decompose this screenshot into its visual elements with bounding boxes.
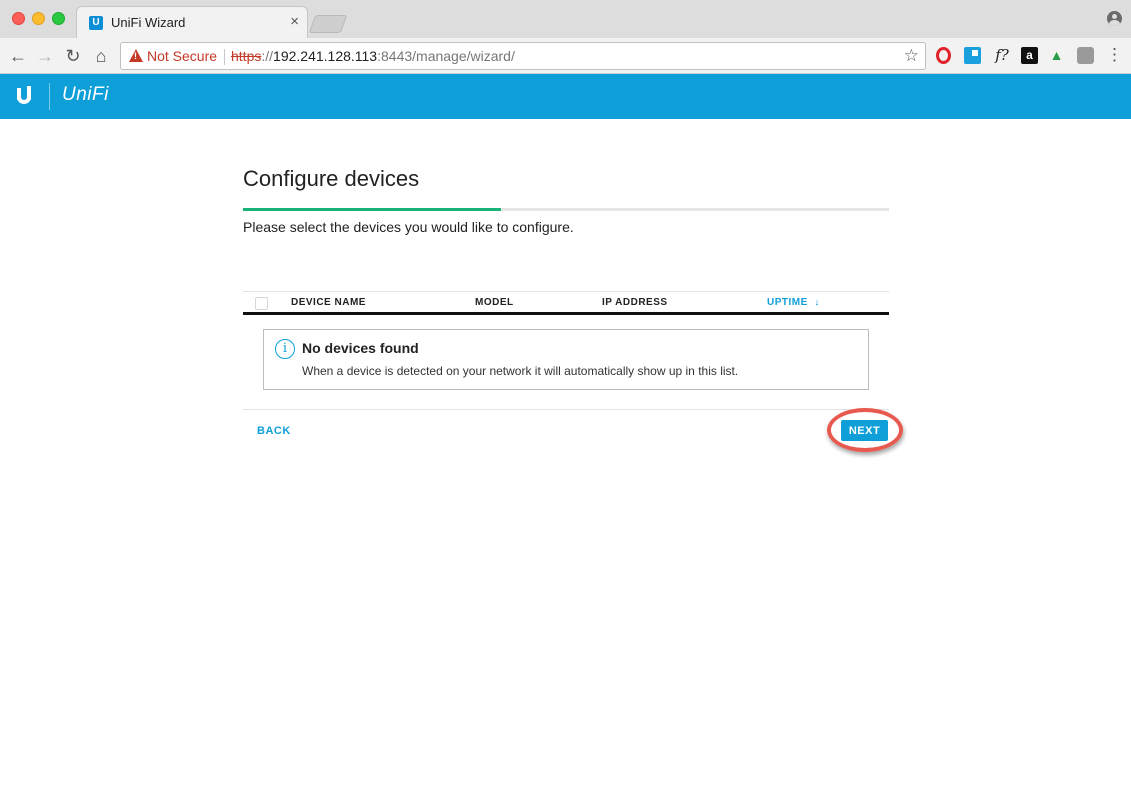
select-all-checkbox[interactable] — [255, 297, 268, 310]
opera-icon[interactable] — [936, 47, 951, 64]
empty-state-message: When a device is detected on your networ… — [302, 364, 739, 378]
ubiquiti-logo-icon — [15, 84, 35, 106]
url-path: :8443/manage/wizard/ — [377, 48, 515, 64]
font-finder-icon[interactable]: f? — [991, 47, 1013, 64]
tab-title: UniFi Wizard — [111, 15, 186, 30]
footer-divider — [243, 409, 889, 410]
url-text[interactable]: https://192.241.128.113:8443/manage/wiza… — [231, 48, 515, 64]
brand-name: UniFi — [62, 84, 109, 105]
forward-arrow-icon[interactable]: → — [34, 45, 56, 67]
column-device-name[interactable]: DEVICE NAME — [291, 297, 366, 308]
column-model[interactable]: MODEL — [475, 297, 514, 308]
bookmark-star-icon[interactable]: ☆ — [904, 46, 919, 66]
info-icon: i — [275, 339, 295, 359]
column-uptime[interactable]: UPTIME ↓ — [767, 297, 820, 308]
minimize-window-button[interactable] — [32, 12, 45, 25]
hill-icon[interactable]: ▲ — [1048, 47, 1065, 64]
not-secure-label[interactable]: Not Secure — [147, 48, 217, 64]
app-header: UniFi — [0, 74, 1131, 119]
warning-icon — [129, 49, 143, 62]
column-uptime-label: UPTIME — [767, 297, 808, 308]
page-title: Configure devices — [243, 166, 420, 191]
maximize-window-button[interactable] — [52, 12, 65, 25]
empty-state-title: No devices found — [302, 340, 419, 356]
url-scheme: https — [231, 48, 262, 64]
browser-menu-icon[interactable]: ⋮ — [1106, 45, 1123, 65]
tile-extension-icon[interactable] — [964, 47, 981, 64]
unifi-favicon-icon: U — [89, 16, 103, 30]
devices-table-header: DEVICE NAME MODEL IP ADDRESS UPTIME ↓ — [243, 291, 889, 315]
close-tab-icon[interactable]: × — [290, 13, 299, 30]
column-ip-address[interactable]: IP ADDRESS — [602, 297, 668, 308]
back-button[interactable]: BACK — [257, 425, 291, 437]
browser-titlebar: U UniFi Wizard × — [0, 0, 1131, 38]
address-separator — [224, 49, 225, 65]
address-bar[interactable]: Not Secure https://192.241.128.113:8443/… — [120, 42, 926, 70]
home-icon[interactable]: ⌂ — [90, 45, 112, 67]
new-tab-button[interactable] — [308, 15, 348, 33]
browser-toolbar: ← → ↻ ⌂ Not Secure https://192.241.128.1… — [0, 38, 1131, 74]
back-arrow-icon[interactable]: ← — [7, 45, 29, 67]
close-window-button[interactable] — [12, 12, 25, 25]
wizard-progress-fill — [243, 208, 502, 211]
gray-extension-icon[interactable] — [1077, 47, 1094, 64]
url-host: 192.241.128.113 — [273, 48, 378, 64]
sort-down-icon: ↓ — [814, 297, 820, 308]
instructions-text: Please select the devices you would like… — [243, 219, 574, 235]
browser-tab-active[interactable]: U UniFi Wizard × — [76, 6, 308, 38]
wizard-progress-bar — [243, 208, 889, 211]
next-button[interactable]: NEXT — [841, 420, 888, 441]
empty-state-notice: i No devices found When a device is dete… — [263, 329, 869, 390]
reload-icon[interactable]: ↻ — [62, 45, 84, 67]
header-divider — [49, 83, 50, 110]
url-separator: :// — [261, 48, 274, 64]
profile-icon[interactable] — [1107, 11, 1122, 26]
amazon-icon[interactable]: a — [1021, 47, 1038, 64]
